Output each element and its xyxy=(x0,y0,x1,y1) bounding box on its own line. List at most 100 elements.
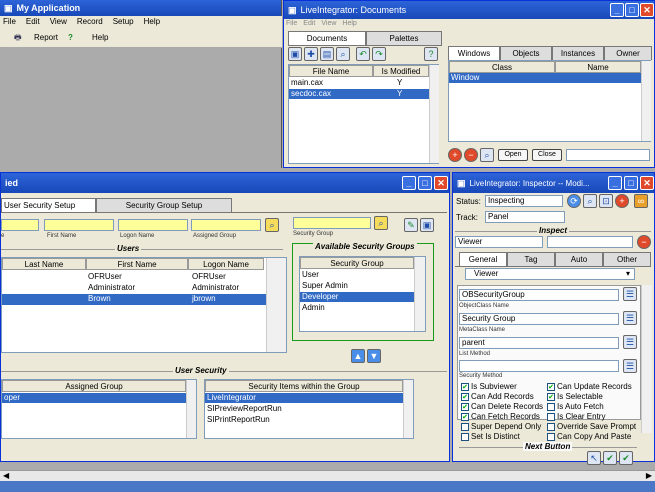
lock-icon[interactable]: ⊡ xyxy=(599,194,613,208)
group-item[interactable]: Super Admin xyxy=(300,281,414,291)
tab-tag[interactable]: Tag xyxy=(507,252,555,266)
column-name[interactable]: Name xyxy=(555,61,641,73)
filter-input[interactable] xyxy=(566,149,650,161)
security-method-field[interactable] xyxy=(459,360,619,372)
close-icon[interactable]: ✕ xyxy=(640,176,654,190)
column-security-group[interactable]: Security Group xyxy=(300,257,414,269)
tab-security-group-setup[interactable]: Security Group Setup xyxy=(96,198,232,212)
tab-owner[interactable]: Owner xyxy=(604,46,652,60)
assigned-group-field[interactable] xyxy=(191,219,261,231)
open-button[interactable]: Open xyxy=(498,149,528,161)
security-group-field[interactable] xyxy=(293,217,371,229)
checkbox-box[interactable] xyxy=(461,422,469,431)
list-icon[interactable]: ☰ xyxy=(623,287,637,301)
vertical-scrollbar[interactable] xyxy=(429,65,439,163)
maximize-icon[interactable]: □ xyxy=(624,176,638,190)
security-items-list[interactable]: Security Items within the Group LiveInte… xyxy=(204,379,414,439)
search-icon[interactable]: ⌕ xyxy=(265,218,279,232)
pointer-icon[interactable]: ↖ xyxy=(587,451,601,465)
tab-windows[interactable]: Windows xyxy=(448,46,500,60)
viewer-select[interactable]: Viewer ▾ xyxy=(465,268,635,280)
vertical-scrollbar[interactable] xyxy=(403,380,413,438)
checkbox-box[interactable]: ✔ xyxy=(461,382,469,391)
print-icon[interactable]: 🖶 xyxy=(14,28,22,48)
file-row[interactable]: main.cax xyxy=(289,78,429,88)
tab-other[interactable]: Other xyxy=(603,252,651,266)
remove-icon[interactable]: − xyxy=(637,235,651,249)
checkbox-box[interactable]: ✔ xyxy=(461,412,469,421)
checkbox-box[interactable] xyxy=(547,412,555,421)
remove-icon[interactable]: − xyxy=(464,148,478,162)
redo-icon[interactable]: ↷ xyxy=(372,47,386,61)
checkbox-can-fetch-records[interactable]: ✔ Can Fetch Records xyxy=(461,412,540,421)
logon-name-field[interactable] xyxy=(118,219,188,231)
save-icon[interactable]: ▣ xyxy=(288,47,302,61)
first-name-field[interactable] xyxy=(44,219,114,231)
list-icon[interactable]: ☰ xyxy=(623,359,637,373)
menu-help[interactable]: Help xyxy=(342,20,356,27)
checkbox-is-auto-fetch[interactable]: Is Auto Fetch xyxy=(547,402,604,411)
security-item-selected[interactable]: LiveIntegrator xyxy=(205,393,403,403)
group-item[interactable]: Admin xyxy=(300,303,414,313)
checkbox-is-clear-entry[interactable]: Is Clear Entry xyxy=(547,412,605,421)
checkbox-box[interactable] xyxy=(547,432,555,441)
check-icon[interactable]: ✔ xyxy=(619,451,633,465)
maximize-icon[interactable]: □ xyxy=(625,3,639,17)
checkbox-box[interactable]: ✔ xyxy=(461,402,469,411)
checkbox-box[interactable]: ✔ xyxy=(461,392,469,401)
move-down-icon[interactable]: ▼ xyxy=(367,349,381,363)
checkbox-can-copy-and-paste[interactable]: Can Copy And Paste xyxy=(547,432,631,441)
column-security-items[interactable]: Security Items within the Group xyxy=(205,380,403,392)
add-icon[interactable]: + xyxy=(448,148,462,162)
menu-view[interactable]: View xyxy=(321,20,336,27)
column-is-modified[interactable]: Is Modified xyxy=(373,65,429,77)
windows-list[interactable]: Class Name Window xyxy=(448,60,651,142)
tab-objects[interactable]: Objects xyxy=(500,46,552,60)
column-logon-name[interactable]: Logon Name xyxy=(188,258,264,270)
tab-documents[interactable]: Documents xyxy=(288,31,366,45)
status-field[interactable]: Inspecting xyxy=(485,195,563,207)
close-icon[interactable]: ✕ xyxy=(434,176,448,190)
user-row[interactable]: OFRUser xyxy=(86,272,188,282)
menu-setup[interactable]: Setup xyxy=(113,16,134,28)
checkbox-is-subviewer[interactable]: ✔ Is Subviewer xyxy=(461,382,517,391)
list-method-field[interactable]: parent xyxy=(459,337,619,349)
search-icon[interactable]: ⌕ xyxy=(374,216,388,230)
assigned-groups-list[interactable]: Assigned Group oper xyxy=(1,379,197,439)
checkbox-can-delete-records[interactable]: ✔ Can Delete Records xyxy=(461,402,543,411)
available-groups-list[interactable]: Security Group User Super Admin Develope… xyxy=(299,256,426,332)
list-icon[interactable]: ☰ xyxy=(623,335,637,349)
open-folder-icon[interactable]: ▤ xyxy=(320,47,334,61)
checkbox-is-selectable[interactable]: ✔ Is Selectable xyxy=(547,392,603,401)
close-icon[interactable]: ✕ xyxy=(640,3,654,17)
checkbox-box[interactable] xyxy=(547,422,555,431)
tab-auto[interactable]: Auto xyxy=(555,252,603,266)
last-name-field[interactable] xyxy=(1,219,39,231)
security-item[interactable]: SIPreviewReportRun xyxy=(205,404,403,414)
undo-icon[interactable]: ↶ xyxy=(356,47,370,61)
help-icon[interactable]: ? xyxy=(424,47,438,61)
vertical-scrollbar[interactable] xyxy=(414,257,425,331)
checkbox-can-update-records[interactable]: ✔ Can Update Records xyxy=(547,382,632,391)
scroll-left-icon[interactable]: ◀ xyxy=(3,471,9,480)
meta-class-name-field[interactable]: Security Group xyxy=(459,313,619,325)
minimize-icon[interactable]: _ xyxy=(610,3,624,17)
find-icon[interactable]: ⌕ xyxy=(336,47,350,61)
checkbox-box[interactable] xyxy=(461,432,469,441)
column-assigned-group[interactable]: Assigned Group xyxy=(2,380,186,392)
file-list[interactable]: File Name Is Modified main.cax Y secdoc.… xyxy=(288,64,439,164)
close-button[interactable]: Close xyxy=(532,149,562,161)
menu-file[interactable]: File xyxy=(3,16,16,28)
group-item-selected[interactable]: Developer xyxy=(300,292,414,302)
tab-general[interactable]: General xyxy=(459,252,507,266)
menu-file[interactable]: File xyxy=(286,20,297,27)
link-icon[interactable]: ∞ xyxy=(634,194,648,208)
move-up-icon[interactable]: ▲ xyxy=(351,349,365,363)
window-row-selected[interactable]: Window xyxy=(449,73,641,83)
object-name-field[interactable] xyxy=(547,236,633,248)
menu-record[interactable]: Record xyxy=(77,16,103,28)
checkbox-set-is-distinct[interactable]: Set Is Distinct xyxy=(461,432,520,441)
checkbox-super-depend-only[interactable]: Super Depend Only xyxy=(461,422,541,431)
find-icon[interactable]: ⌕ xyxy=(480,148,494,162)
security-item[interactable]: SIPrintReportRun xyxy=(205,415,403,425)
